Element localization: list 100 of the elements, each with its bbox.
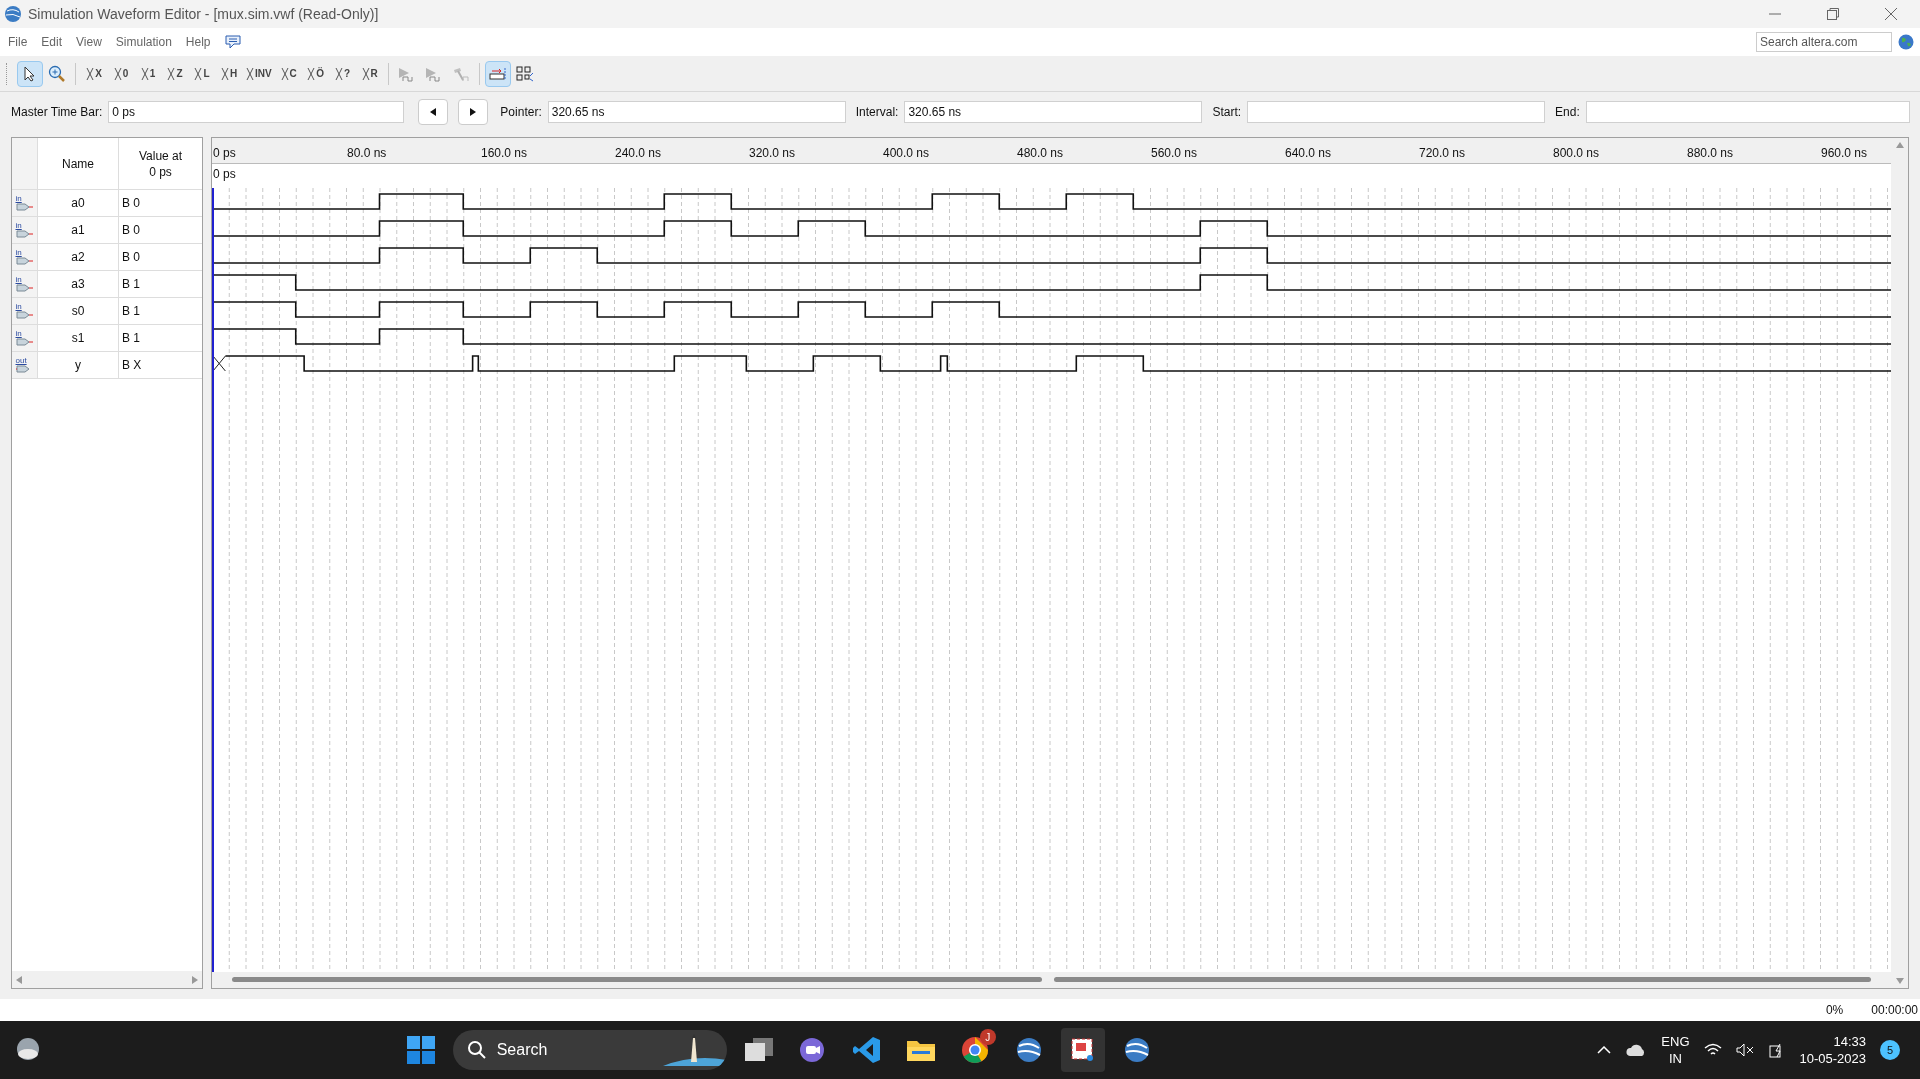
profile-badge: J xyxy=(979,1029,996,1045)
master-time-field[interactable]: 0 ps xyxy=(108,101,405,123)
snipping-tool-button[interactable] xyxy=(1060,1028,1105,1072)
menu-item[interactable]: Simulation xyxy=(115,33,172,51)
menu-item[interactable]: Edit xyxy=(41,33,63,51)
time-tick-label: 560.0 ns xyxy=(1151,145,1198,162)
chevron-up-icon xyxy=(1597,1046,1612,1054)
pointer-field[interactable]: 320.65 ns xyxy=(547,101,846,123)
menu-item[interactable]: View xyxy=(76,33,102,51)
vertical-scrollbar[interactable] xyxy=(1891,138,1908,988)
transition-icon xyxy=(280,65,289,82)
signal-value: B 1 xyxy=(121,303,141,320)
signal-value: B 0 xyxy=(121,222,141,239)
menu-item[interactable]: Help xyxy=(185,33,211,51)
waveform-tool-button[interactable]: 0 xyxy=(108,60,134,87)
next-button[interactable] xyxy=(458,99,489,125)
waveform-tool-button[interactable]: L xyxy=(189,60,215,87)
interval-label: Interval: xyxy=(855,104,899,121)
tool-glyph: Ö xyxy=(316,68,325,79)
horizontal-scrollbar[interactable] xyxy=(212,971,1891,988)
globe-icon xyxy=(1122,1036,1151,1064)
signal-value: B 1 xyxy=(121,330,141,347)
transition-icon xyxy=(113,65,122,82)
browser-taskbar-button[interactable]: J xyxy=(952,1028,997,1072)
grid-snap-icon xyxy=(488,66,507,81)
signal-name[interactable]: s1 xyxy=(38,325,119,351)
scroll-right-icon[interactable] xyxy=(192,975,198,984)
elapsed-time: 00:00:00 xyxy=(1871,1002,1918,1019)
column-header: Name xyxy=(38,138,119,189)
taskbar-search-field[interactable]: Search xyxy=(452,1030,727,1070)
right-triangle-icon xyxy=(470,108,477,116)
region-indicator[interactable]: IN xyxy=(1668,1050,1682,1067)
waveform-tool-button[interactable]: 1 xyxy=(135,60,161,87)
tool-glyph: C xyxy=(289,68,297,79)
time-tick-label: 240.0 ns xyxy=(615,145,662,162)
horizontal-scrollbar[interactable] xyxy=(12,971,202,988)
pointer-tool-button[interactable] xyxy=(17,60,43,87)
signal-name[interactable]: s0 xyxy=(38,298,119,324)
tool-glyph: R xyxy=(370,68,378,79)
waveform-tool-button[interactable]: ? xyxy=(329,60,356,87)
signal-value: B 0 xyxy=(121,249,141,266)
time-tick-label: 0 ps xyxy=(213,145,236,162)
feedback-icon xyxy=(224,35,241,49)
snap-to-grid-button[interactable] xyxy=(484,60,511,87)
windows-icon xyxy=(406,1036,435,1064)
wifi-icon xyxy=(1703,1043,1722,1057)
left-triangle-icon xyxy=(430,108,437,116)
scroll-down-icon[interactable] xyxy=(1895,978,1904,984)
windows-stack-icon xyxy=(744,1038,773,1062)
waveform-tool-button[interactable]: H xyxy=(216,60,242,87)
waveform-tool-button[interactable]: Ö xyxy=(302,60,329,87)
snip-icon xyxy=(1069,1037,1096,1063)
window-title: Simulation Waveform Editor - [mux.sim.vwf (Read-Only)] xyxy=(28,4,379,24)
transition-icon xyxy=(86,65,95,82)
signal-name[interactable]: a1 xyxy=(38,217,119,243)
search-field[interactable]: Search altera.com xyxy=(1756,32,1892,52)
cursor-time-label: 0 ps xyxy=(213,166,236,181)
notification-badge[interactable]: 5 xyxy=(1880,1040,1900,1060)
tool-glyph: Z xyxy=(176,68,183,79)
clock-date[interactable]: 10-05-2023 xyxy=(1799,1050,1866,1067)
pointer-label: Pointer: xyxy=(500,104,542,121)
clock-time[interactable]: 14:33 xyxy=(1833,1033,1866,1050)
time-tick-label: 160.0 ns xyxy=(481,145,528,162)
language-indicator[interactable]: ENG xyxy=(1661,1033,1690,1050)
globe-icon xyxy=(1014,1036,1043,1064)
tool-glyph: ? xyxy=(344,68,351,79)
video-chat-icon xyxy=(798,1037,827,1063)
master-time-bar-label: Master Time Bar: xyxy=(11,104,103,121)
start-field[interactable] xyxy=(1247,101,1546,123)
tool-glyph: INV xyxy=(255,68,272,79)
time-tick-label: 960.0 ns xyxy=(1821,145,1868,162)
tool-glyph: L xyxy=(203,68,210,79)
column-header: Value at 0 ps xyxy=(137,147,184,181)
time-tick-label: 480.0 ns xyxy=(1017,145,1064,162)
transition-icon xyxy=(246,65,254,82)
signal-name[interactable]: a2 xyxy=(38,244,119,270)
progress-percent: 0% xyxy=(1825,1002,1844,1019)
time-tick-label: 720.0 ns xyxy=(1419,145,1466,162)
signal-name[interactable]: a3 xyxy=(38,271,119,297)
signal-name[interactable]: y xyxy=(38,352,119,378)
end-field[interactable] xyxy=(1585,101,1910,123)
waveform-tool-button[interactable]: R xyxy=(356,60,383,87)
menu-item[interactable]: File xyxy=(8,33,28,51)
scroll-up-icon[interactable] xyxy=(1895,142,1904,148)
transition-icon xyxy=(140,65,149,82)
waveform-tool-button[interactable]: X xyxy=(81,60,107,87)
transition-icon xyxy=(307,65,316,82)
restore-icon xyxy=(1827,8,1839,20)
time-tick-label: 800.0 ns xyxy=(1553,145,1600,162)
time-tick-label: 640.0 ns xyxy=(1285,145,1332,162)
transition-icon xyxy=(194,65,203,82)
waveform-tool-button[interactable]: INV xyxy=(243,60,275,87)
waveform-tool-button[interactable]: Z xyxy=(162,60,188,87)
waveform-tool-button[interactable]: C xyxy=(275,60,302,87)
interval-field[interactable]: 320.65 ns xyxy=(904,101,1203,123)
signal-value: B X xyxy=(121,357,143,374)
signal-name[interactable]: a0 xyxy=(38,190,119,216)
previous-button[interactable] xyxy=(418,99,449,125)
weather-icon xyxy=(14,1037,42,1063)
scroll-left-icon[interactable] xyxy=(16,975,22,984)
